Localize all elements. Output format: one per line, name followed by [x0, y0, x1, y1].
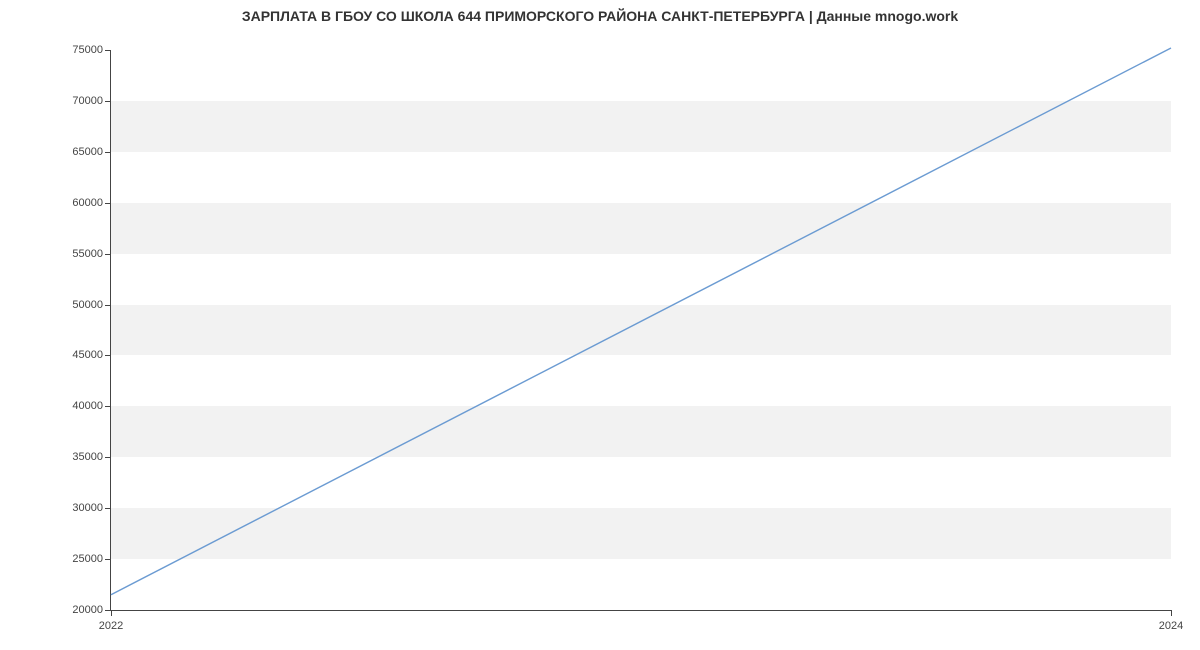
x-tick-label: 2024 — [1159, 620, 1183, 632]
y-tick — [105, 355, 111, 356]
y-tick — [105, 152, 111, 153]
y-tick — [105, 203, 111, 204]
x-tick — [111, 610, 112, 616]
y-tick-label: 25000 — [59, 553, 103, 565]
y-tick — [105, 406, 111, 407]
y-tick-label: 20000 — [59, 604, 103, 616]
y-tick-label: 40000 — [59, 400, 103, 412]
y-tick-label: 65000 — [59, 146, 103, 158]
y-tick — [105, 101, 111, 102]
y-tick-label: 75000 — [59, 44, 103, 56]
chart-title: ЗАРПЛАТА В ГБОУ СО ШКОЛА 644 ПРИМОРСКОГО… — [0, 8, 1200, 24]
y-tick-label: 50000 — [59, 299, 103, 311]
y-tick — [105, 559, 111, 560]
x-tick-label: 2022 — [99, 620, 123, 632]
y-tick-label: 30000 — [59, 502, 103, 514]
y-tick-label: 55000 — [59, 248, 103, 260]
data-line — [111, 50, 1171, 610]
y-tick-label: 60000 — [59, 197, 103, 209]
x-tick — [1171, 610, 1172, 616]
y-tick — [105, 305, 111, 306]
y-tick-label: 35000 — [59, 451, 103, 463]
y-tick — [105, 457, 111, 458]
y-tick-label: 45000 — [59, 349, 103, 361]
chart-container: ЗАРПЛАТА В ГБОУ СО ШКОЛА 644 ПРИМОРСКОГО… — [0, 0, 1200, 650]
plot-area: 2000025000300003500040000450005000055000… — [110, 50, 1171, 611]
y-tick — [105, 254, 111, 255]
series-line — [111, 48, 1171, 595]
y-tick — [105, 508, 111, 509]
y-tick — [105, 50, 111, 51]
y-tick-label: 70000 — [59, 95, 103, 107]
